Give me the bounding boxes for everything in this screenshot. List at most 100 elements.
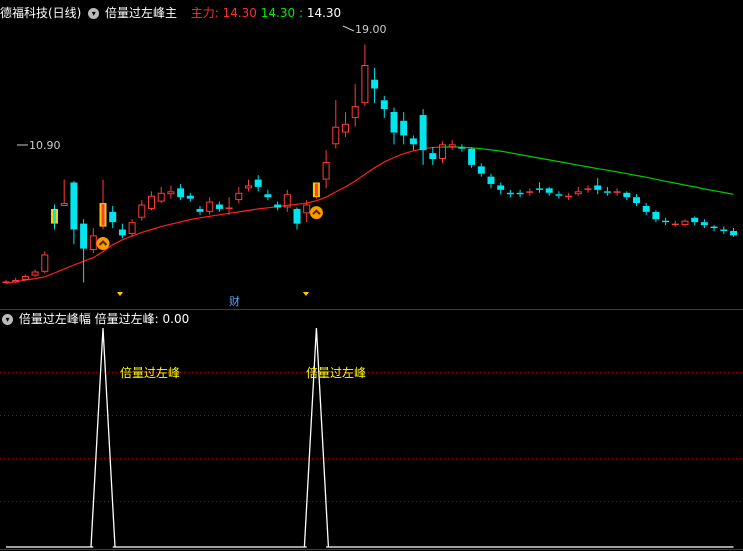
candle-body — [477, 166, 485, 174]
candle — [264, 189, 272, 201]
candle-body — [167, 191, 175, 195]
candle-body — [351, 106, 359, 118]
candle-body — [361, 65, 369, 104]
candle — [99, 179, 107, 230]
candle-body — [148, 195, 155, 209]
candle — [497, 182, 505, 195]
candle-body — [303, 204, 311, 214]
candle-body — [497, 185, 505, 190]
candle-body — [342, 123, 349, 133]
candle — [186, 192, 194, 202]
sub-indicator-name[interactable]: 倍量过左峰幅 — [19, 312, 91, 326]
candle — [31, 269, 39, 278]
signal-label-1: 倍量过左峰 — [120, 365, 180, 380]
candle — [613, 188, 621, 196]
candle-body — [516, 192, 524, 195]
candle-body — [332, 126, 340, 145]
candle — [419, 109, 427, 165]
candle-body — [633, 197, 640, 204]
candle-body — [730, 230, 737, 236]
candle-body — [458, 147, 466, 149]
candle — [671, 220, 679, 227]
candle-body — [710, 226, 718, 229]
candle — [312, 182, 320, 199]
sub-chart-header: ▾ 倍量过左峰幅 倍量过左峰: 0.00 — [0, 311, 189, 327]
candle-body — [41, 254, 49, 272]
candle-body — [642, 206, 650, 212]
candle — [623, 191, 631, 201]
candle — [206, 197, 214, 215]
candle — [215, 201, 223, 212]
candle-body — [613, 191, 621, 193]
indicator-name[interactable]: 倍量过左峰主 — [105, 6, 177, 20]
candle-body — [720, 229, 728, 231]
candle-body — [206, 201, 214, 212]
candle — [51, 204, 58, 230]
candle — [371, 67, 379, 104]
sub-indicator-value: 倍量过左峰: 0.00 — [94, 312, 190, 326]
candle-body — [700, 222, 708, 226]
candle — [274, 201, 282, 211]
candle — [574, 186, 582, 196]
candle — [148, 191, 155, 211]
candle — [60, 179, 68, 206]
main-force-value-red: 14.30 — [222, 6, 257, 20]
candle — [400, 112, 408, 145]
candle — [545, 186, 553, 196]
indicator-dropdown-icon[interactable]: ▾ — [88, 8, 100, 19]
candle — [390, 107, 398, 145]
candle-body — [31, 271, 39, 276]
candle-body — [691, 217, 699, 223]
high-price-arrow — [342, 25, 355, 32]
candle-body — [584, 188, 592, 190]
signal-candle-core — [101, 204, 105, 226]
candle-body — [545, 188, 553, 193]
candle-body — [196, 208, 204, 212]
buy-signal-circle — [96, 237, 110, 250]
candle-body — [506, 192, 514, 195]
candle-body — [594, 185, 602, 190]
candle-body — [60, 203, 68, 206]
sub-indicator-dropdown-icon[interactable]: ▾ — [2, 314, 13, 325]
candle-body — [652, 211, 660, 220]
candle — [361, 44, 369, 107]
candle — [332, 100, 340, 149]
candle-body — [138, 204, 146, 218]
candle — [662, 217, 670, 226]
candle — [254, 175, 262, 192]
candle-body — [254, 179, 262, 187]
candlestick-series — [2, 44, 737, 284]
candle — [700, 219, 708, 229]
candle-body — [118, 229, 126, 236]
candle — [642, 203, 650, 215]
candle — [235, 186, 243, 204]
candle — [468, 147, 476, 168]
candle-body — [526, 191, 534, 193]
finance-event-marker[interactable]: 财 — [229, 294, 240, 308]
candle — [458, 144, 466, 152]
candle — [477, 163, 485, 177]
candle-body — [429, 153, 437, 159]
buy-signal-circle — [309, 206, 323, 220]
event-marker-2 — [303, 292, 309, 296]
buy-signal-arrow-icon — [309, 206, 323, 220]
candle — [351, 84, 359, 127]
candle-body — [468, 148, 476, 165]
candle-body — [671, 223, 679, 226]
candle — [293, 207, 301, 230]
candle-body — [555, 194, 563, 196]
candle — [70, 181, 78, 245]
candle — [225, 197, 233, 215]
candle-body — [574, 191, 582, 195]
candle — [652, 210, 660, 223]
candle — [196, 206, 204, 215]
candle — [109, 206, 117, 229]
candle — [342, 112, 349, 137]
signal-label-2: 倍量过左峰 — [306, 365, 366, 380]
candle — [565, 192, 573, 201]
candle-body — [322, 161, 330, 180]
main-force-value-green: 14.30 — [260, 6, 296, 20]
candle — [730, 228, 737, 237]
candle-body — [264, 194, 272, 198]
candle-body — [371, 79, 379, 89]
